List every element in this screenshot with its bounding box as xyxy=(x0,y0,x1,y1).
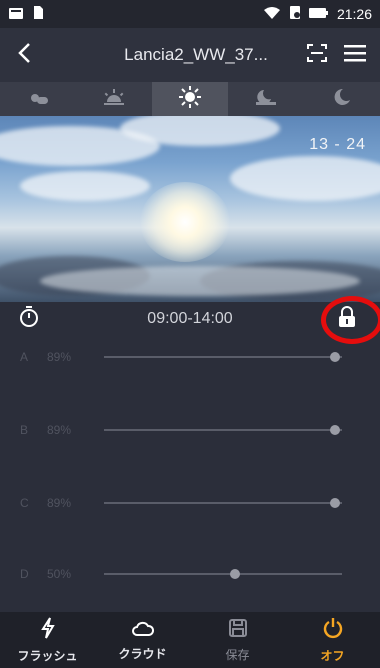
sunset-icon xyxy=(254,88,278,111)
scan-button[interactable] xyxy=(298,28,336,82)
sun-glow xyxy=(140,182,230,262)
power-off-button[interactable]: オフ xyxy=(285,612,380,668)
channel-row: B 89% xyxy=(0,418,380,442)
tab-sunrise[interactable] xyxy=(0,82,76,116)
cloud-label: クラウド xyxy=(118,646,167,661)
channel-slider-track[interactable] xyxy=(104,425,342,435)
status-time: 21:26 xyxy=(336,6,372,22)
power-icon xyxy=(323,617,343,644)
back-button[interactable] xyxy=(4,28,44,82)
channel-label: C xyxy=(20,496,29,510)
channel-slider-track[interactable] xyxy=(104,352,342,362)
channel-label: D xyxy=(20,567,29,581)
channel-slider-knob[interactable] xyxy=(329,352,340,362)
channel-slider-knob[interactable] xyxy=(329,425,340,435)
sunrise-icon xyxy=(26,88,50,111)
tab-night[interactable] xyxy=(304,82,380,116)
time-of-day-tabs xyxy=(0,82,380,116)
save-label: 保存 xyxy=(225,647,250,662)
channel-slider-knob[interactable] xyxy=(229,569,240,579)
tab-sunset[interactable] xyxy=(228,82,304,116)
back-arrow-icon xyxy=(17,42,31,69)
timer-button[interactable] xyxy=(18,305,48,333)
menu-button[interactable] xyxy=(336,28,374,82)
channel-slider-track[interactable] xyxy=(104,569,342,579)
channel-label: B xyxy=(20,423,29,437)
flash-button[interactable]: フラッシュ xyxy=(0,612,95,668)
timer-icon xyxy=(18,305,40,333)
channel-sliders: A 89% B 89% C 89% D 50% xyxy=(0,336,380,612)
channel-value: 89% xyxy=(47,496,72,510)
schedule-row: 09:00-14:00 xyxy=(0,302,380,336)
channel-label: A xyxy=(20,350,29,364)
channel-value: 89% xyxy=(47,350,72,364)
battery-icon xyxy=(308,6,329,22)
save-button[interactable]: 保存 xyxy=(190,612,285,668)
scan-icon xyxy=(306,42,328,69)
channel-slider-track[interactable] xyxy=(104,498,342,508)
morning-sun-icon xyxy=(102,88,126,111)
channel-value: 50% xyxy=(47,567,72,581)
channel-slider-knob[interactable] xyxy=(329,498,340,508)
battery-saver-icon xyxy=(289,5,301,23)
tab-morning[interactable] xyxy=(76,82,152,116)
flash-icon xyxy=(39,616,57,644)
hero-time-text: 13 - 24 xyxy=(309,136,366,153)
cloud-button[interactable]: クラウド xyxy=(95,612,190,668)
bottom-nav: フラッシュ クラウド 保存 オフ xyxy=(0,612,380,668)
cloud-icon xyxy=(131,619,155,642)
notification-icon xyxy=(32,5,44,23)
moon-icon xyxy=(333,88,351,111)
save-icon xyxy=(228,618,248,643)
page-title: Lancia2_WW_37... xyxy=(124,45,268,64)
channel-value: 89% xyxy=(47,423,72,437)
tab-day[interactable] xyxy=(152,82,228,116)
sky-preview-image: 13 - 24 xyxy=(0,116,380,302)
sim-icon xyxy=(8,6,24,23)
channel-row: D 50% xyxy=(0,562,380,586)
channel-row: C 89% xyxy=(0,491,380,515)
channel-row: A 89% xyxy=(0,345,380,369)
wifi-icon xyxy=(263,6,281,23)
flash-label: フラッシュ xyxy=(17,648,78,663)
time-range: 09:00-14:00 xyxy=(147,310,233,327)
lock-icon xyxy=(338,305,356,333)
app-bar: Lancia2_WW_37... xyxy=(0,28,380,82)
hamburger-menu-icon xyxy=(344,44,366,67)
power-off-label: オフ xyxy=(320,648,345,663)
status-bar: 21:26 xyxy=(0,0,380,28)
lock-button[interactable] xyxy=(332,305,362,333)
sun-icon xyxy=(178,85,202,114)
